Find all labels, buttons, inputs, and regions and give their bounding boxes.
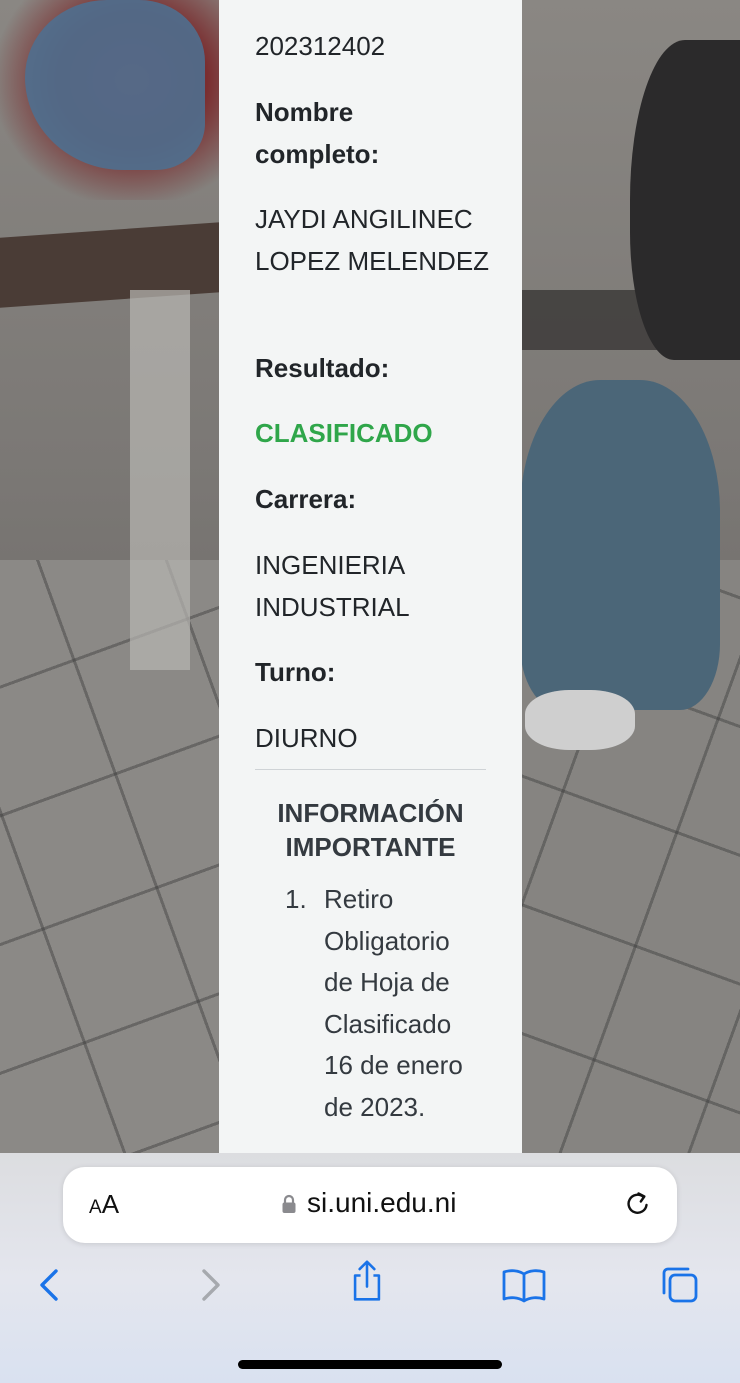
career-label: Carrera: [255,484,357,514]
text-size-button[interactable]: AA [89,1189,119,1220]
result-status: CLASIFICADO [255,418,433,448]
share-icon[interactable] [345,1259,389,1303]
url-text[interactable]: si.uni.edu.ni [307,1187,456,1219]
home-indicator [238,1360,502,1369]
student-id: 202312402 [255,31,386,61]
shift-label: Turno: [255,657,336,687]
forward-icon[interactable] [188,1263,232,1307]
important-info-title: INFORMACIÓN IMPORTANTE [277,798,464,862]
list-item: 1. Retiro Obligatorio de Hoja de Clasifi… [285,879,485,1128]
shift-value: DIURNO [255,723,358,753]
career-value: INGENIERIA INDUSTRIAL [255,550,410,622]
important-info-list: 1. Retiro Obligatorio de Hoja de Clasifi… [285,879,485,1128]
text-size-big-glyph: A [101,1189,120,1219]
result-label: Resultado: [255,353,390,383]
divider [255,769,486,770]
name-label: Nombre completo: [255,97,380,169]
result-card: 202312402 Nombre completo: JAYDI ANGILIN… [219,0,522,1153]
text-size-small-glyph: A [89,1197,102,1218]
back-icon[interactable] [28,1263,72,1307]
browser-toolbar: AA si.uni.edu.ni [0,1153,740,1383]
reload-icon[interactable] [623,1189,653,1219]
list-item-number: 1. [285,884,307,914]
address-bar[interactable]: AA si.uni.edu.ni [63,1167,677,1243]
bookmarks-icon[interactable] [500,1263,548,1307]
lock-icon [282,1194,296,1213]
list-item-text: Retiro Obligatorio de Hoja de Clasificad… [324,884,463,1122]
tabs-icon[interactable] [658,1263,702,1307]
name-value: JAYDI ANGILINEC LOPEZ MELENDEZ [255,204,490,276]
